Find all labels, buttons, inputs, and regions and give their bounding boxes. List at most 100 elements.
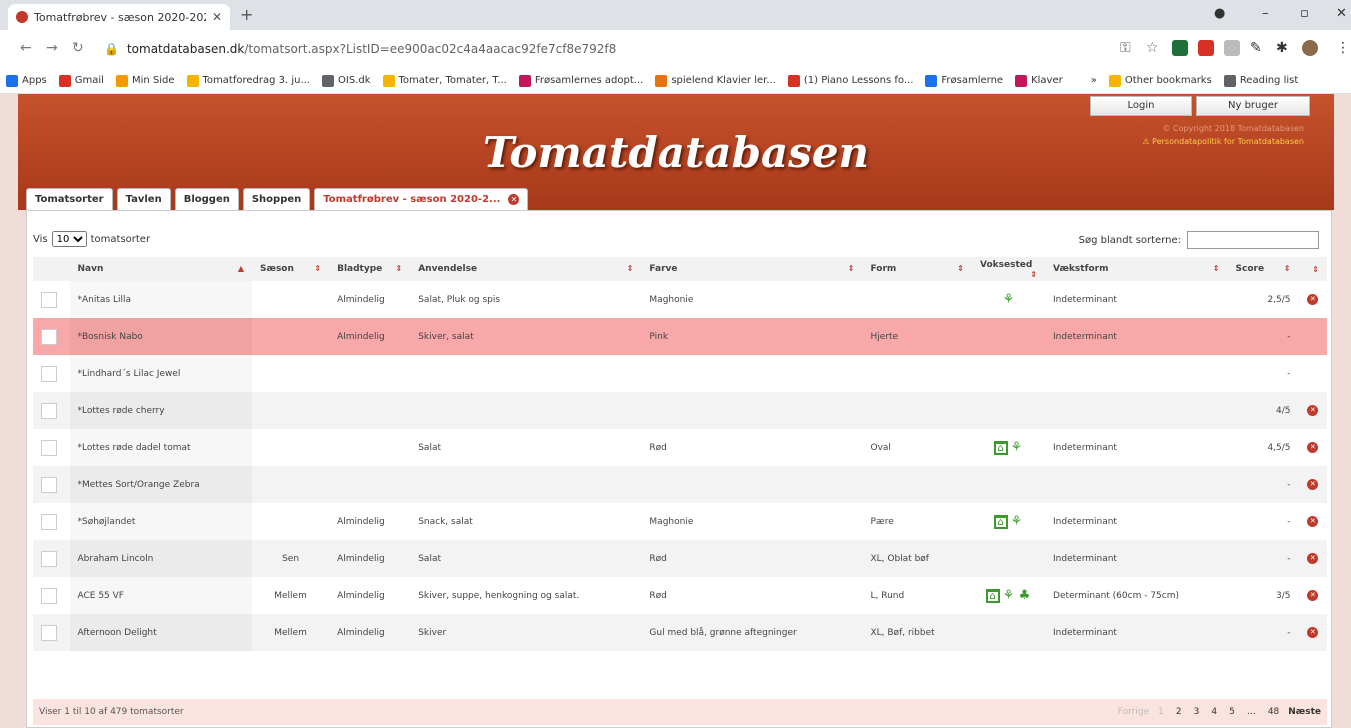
browser-tab[interactable]: Tomatfrøbrev - sæson 2020-202 ✕	[8, 4, 230, 30]
row-checkbox[interactable]	[41, 291, 57, 308]
bookmark-item[interactable]: Klaver	[1015, 74, 1063, 87]
table-row[interactable]: Afternoon Delight Mellem Almindelig Skiver G…	[33, 614, 1327, 651]
bookmark-item[interactable]: Other bookmarks	[1108, 74, 1212, 87]
delete-icon[interactable]: ✕	[1307, 405, 1319, 416]
bookmark-item[interactable]: spielend Klavier ler...	[655, 74, 776, 87]
previous-button[interactable]: Forrige	[1118, 707, 1149, 717]
bookmark-item[interactable]: Apps	[6, 74, 47, 87]
tab-tomatfroebrev[interactable]: Tomatfrøbrev - sæson 2020-2... ✕	[314, 188, 529, 210]
close-tab-icon[interactable]: ✕	[212, 10, 222, 24]
cell-navn[interactable]: Afternoon Delight	[70, 614, 253, 651]
page-length-select[interactable]: 10	[51, 231, 87, 247]
table-row[interactable]: Abraham Lincoln Sen Almindelig Salat Rød XL, …	[33, 540, 1327, 577]
key-icon[interactable]: ⚿	[1120, 40, 1131, 56]
privacy-policy-link[interactable]: ⚠ Persondatapolitik for Tomatdatabasen	[1142, 135, 1304, 148]
cell-navn[interactable]: *Bosnisk Nabo	[70, 318, 253, 355]
row-checkbox[interactable]	[41, 365, 57, 382]
bookmark-item[interactable]: Frøsamlernes adopt...	[518, 74, 643, 87]
camera-extension-icon[interactable]	[1224, 40, 1240, 56]
table-row[interactable]: *Anitas Lilla Almindelig Salat, Pluk og sp…	[33, 281, 1327, 318]
bookmark-item[interactable]: (1) Piano Lessons fo...	[787, 74, 913, 87]
row-checkbox[interactable]	[41, 550, 57, 567]
star-icon[interactable]: ☆	[1146, 40, 1159, 56]
next-button[interactable]: Næste	[1288, 707, 1321, 717]
delete-icon[interactable]: ✕	[1307, 294, 1319, 305]
cell-navn[interactable]: ACE 55 VF	[70, 577, 253, 614]
header-saeson[interactable]: Sæson ⇕	[252, 257, 329, 281]
menu-icon[interactable]: ⋮	[1336, 40, 1350, 56]
window-close-icon[interactable]: ✕	[1336, 6, 1347, 21]
row-checkbox[interactable]	[41, 476, 57, 493]
site-logo[interactable]: Tomatdatabasen	[18, 128, 1334, 177]
delete-icon[interactable]: ✕	[1307, 553, 1319, 564]
row-checkbox[interactable]	[41, 587, 57, 604]
page-4-button[interactable]: 4	[1208, 705, 1220, 719]
pen-extension-icon[interactable]: ✎	[1250, 40, 1262, 56]
bookmark-item[interactable]: Tomater, Tomater, T...	[382, 74, 507, 87]
bookmark-item[interactable]: Min Side	[115, 74, 175, 87]
header-farve[interactable]: Farve ⇕	[641, 257, 862, 281]
header-voksested[interactable]: Voksested ⇕	[972, 257, 1045, 281]
search-input[interactable]	[1187, 231, 1319, 249]
extension-icon[interactable]	[1172, 40, 1188, 56]
tab-shoppen[interactable]: Shoppen	[242, 188, 311, 210]
bookmark-item[interactable]: »	[1074, 74, 1097, 87]
avatar-icon[interactable]	[1302, 40, 1318, 56]
delete-icon[interactable]: ✕	[1307, 516, 1319, 527]
delete-icon[interactable]: ✕	[1307, 442, 1319, 453]
new-tab-icon[interactable]: +	[240, 5, 253, 24]
delete-icon[interactable]: ✕	[1307, 627, 1319, 638]
bookmark-item[interactable]: OIS.dk	[322, 74, 371, 87]
table-row[interactable]: ACE 55 VF Mellem Almindelig Skiver, suppe, …	[33, 577, 1327, 614]
puzzle-icon[interactable]: ✱	[1276, 40, 1288, 56]
page-5-button[interactable]: 5	[1226, 705, 1238, 719]
close-tab-icon[interactable]: ✕	[508, 194, 520, 205]
table-row[interactable]: *Lottes røde cherry 4/5 ✕	[33, 392, 1327, 429]
header-navn[interactable]: Navn ▲	[70, 257, 253, 281]
header-delete[interactable]: ⇕	[1299, 257, 1327, 281]
header-score[interactable]: Score ⇕	[1228, 257, 1299, 281]
tab-bloggen[interactable]: Bloggen	[174, 188, 239, 210]
row-checkbox[interactable]	[41, 513, 57, 530]
cell-navn[interactable]: *Lindhard´s Lilac Jewel	[70, 355, 253, 392]
maximize-icon[interactable]: ▫	[1300, 6, 1309, 21]
youtube-extension-icon[interactable]	[1198, 40, 1214, 56]
delete-icon[interactable]: ✕	[1307, 590, 1319, 601]
page-2-button[interactable]: 2	[1173, 705, 1185, 719]
bookmark-item[interactable]: Tomatforedrag 3. ju...	[186, 74, 310, 87]
delete-icon[interactable]: ✕	[1307, 479, 1319, 490]
tab-tomatsorter[interactable]: Tomatsorter	[26, 188, 113, 210]
cell-navn[interactable]: *Søhøjlandet	[70, 503, 253, 540]
cell-navn[interactable]: *Mettes Sort/Orange Zebra	[70, 466, 253, 503]
new-user-button[interactable]: Ny bruger	[1196, 96, 1310, 116]
row-checkbox[interactable]	[41, 328, 57, 345]
table-row[interactable]: *Bosnisk Nabo Almindelig Skiver, salat Pink…	[33, 318, 1327, 355]
row-checkbox[interactable]	[41, 439, 57, 456]
header-bladtype[interactable]: Bladtype ⇕	[329, 257, 410, 281]
tab-tavlen[interactable]: Tavlen	[116, 188, 171, 210]
page-1-button[interactable]: 1	[1155, 705, 1167, 719]
cell-navn[interactable]: *Lottes røde cherry	[70, 392, 253, 429]
page-48-button[interactable]: 48	[1265, 705, 1282, 719]
minimize-icon[interactable]: –	[1262, 6, 1269, 21]
table-row[interactable]: *Lottes røde dadel tomat Salat Rød Oval ⌂ ⚘ In…	[33, 429, 1327, 466]
cell-navn[interactable]: Abraham Lincoln	[70, 540, 253, 577]
bookmark-item[interactable]: Frøsamlerne	[925, 74, 1003, 87]
table-row[interactable]: *Mettes Sort/Orange Zebra - ✕	[33, 466, 1327, 503]
cell-navn[interactable]: *Anitas Lilla	[70, 281, 253, 318]
bookmark-item[interactable]: Reading list	[1223, 74, 1298, 87]
header-form[interactable]: Form ⇕	[862, 257, 972, 281]
cell-navn[interactable]: *Lottes røde dadel tomat	[70, 429, 253, 466]
page-3-button[interactable]: 3	[1191, 705, 1203, 719]
login-button[interactable]: Login	[1090, 96, 1192, 116]
table-row[interactable]: *Lindhard´s Lilac Jewel -	[33, 355, 1327, 392]
header-anvendelse[interactable]: Anvendelse ⇕	[410, 257, 641, 281]
row-checkbox[interactable]	[41, 624, 57, 641]
row-checkbox[interactable]	[41, 402, 57, 419]
forward-icon[interactable]: →	[46, 40, 58, 56]
bookmark-item[interactable]: Gmail	[58, 74, 104, 87]
back-icon[interactable]: ←	[20, 40, 32, 56]
reload-icon[interactable]: ↻	[72, 40, 84, 56]
address-bar[interactable]: 🔒 tomatdatabasen.dk /tomatsort.aspx?List…	[104, 34, 1194, 64]
profile-icon[interactable]: ●	[1214, 6, 1225, 21]
